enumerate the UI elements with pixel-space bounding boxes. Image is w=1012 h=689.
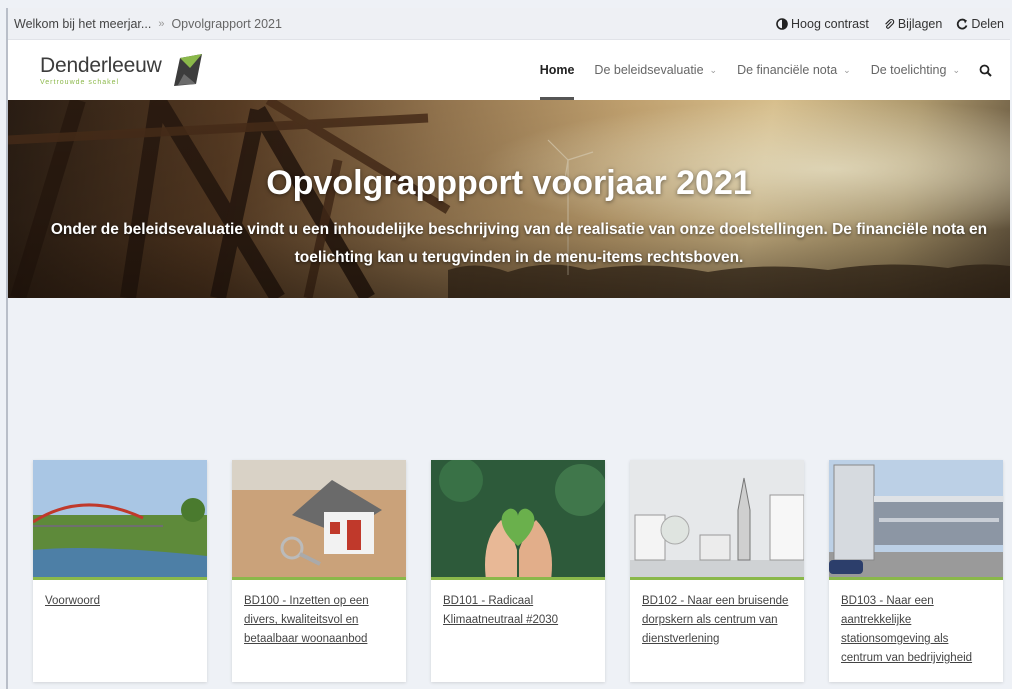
card-title[interactable]: BD103 - Naar een aantrekkelijke stations… <box>829 580 1003 668</box>
card-title[interactable]: Voorwoord <box>33 580 207 611</box>
hero-banner: Opvolgrappport voorjaar 2021 Onder de be… <box>8 100 1010 298</box>
card-title[interactable]: BD101 - Radicaal Klimaatneutraal #2030 <box>431 580 605 630</box>
logo[interactable]: Denderleeuw Vertrouwde schakel <box>40 52 204 88</box>
nav-home[interactable]: Home <box>530 40 585 100</box>
breadcrumb-separator: » <box>158 17 165 30</box>
village-sketch-image <box>630 460 804 577</box>
high-contrast-label: Hoog contrast <box>791 16 869 31</box>
nav-beleidsevaluatie[interactable]: De beleidsevaluatie ⌄ <box>584 40 727 100</box>
nav-financiele-nota-label: De financiële nota <box>737 63 838 77</box>
search-button[interactable] <box>970 40 1000 100</box>
house-keys-image <box>232 460 406 577</box>
card-image <box>630 460 804 580</box>
card-image <box>33 460 207 580</box>
card-image <box>829 460 1003 580</box>
logo-name: Denderleeuw <box>40 54 162 77</box>
card-voorwoord[interactable]: Voorwoord <box>33 460 207 682</box>
station-image <box>829 460 1003 577</box>
card-image <box>232 460 406 580</box>
site-header: Denderleeuw Vertrouwde schakel Home De b… <box>8 40 1010 100</box>
share-icon <box>957 18 968 29</box>
utility-links: Hoog contrast Bijlagen Delen <box>776 17 1004 31</box>
attachments-button[interactable]: Bijlagen <box>883 17 942 31</box>
bridge-photo-image <box>33 460 207 577</box>
chevron-down-icon: ⌄ <box>709 64 718 75</box>
hero-subtitle: Onder de beleidsevaluatie vindt u een in… <box>50 221 988 266</box>
nav-toelichting-label: De toelichting <box>870 63 947 77</box>
nav-beleidsevaluatie-label: De beleidsevaluatie <box>594 63 704 77</box>
high-contrast-button[interactable]: Hoog contrast <box>776 17 869 31</box>
chevron-down-icon: ⌄ <box>843 64 851 75</box>
chevron-down-icon: ⌄ <box>952 64 960 75</box>
breadcrumb: Welkom bij het meerjar... » Opvolgrappor… <box>14 17 282 31</box>
logo-mark-icon <box>173 54 202 86</box>
card-image <box>431 460 605 580</box>
card-grid: Voorwoord BD100 - Inzetten op een divers… <box>33 460 1003 682</box>
share-button[interactable]: Delen <box>956 17 1004 31</box>
card-bd100[interactable]: BD100 - Inzetten op een divers, kwalitei… <box>232 460 406 682</box>
card-title[interactable]: BD100 - Inzetten op een divers, kwalitei… <box>232 580 406 649</box>
card-bd103[interactable]: BD103 - Naar een aantrekkelijke stations… <box>829 460 1003 682</box>
card-title[interactable]: BD102 - Naar een bruisende dorpskern als… <box>630 580 804 649</box>
hero-title: Opvolgrappport voorjaar 2021 <box>266 164 752 202</box>
breadcrumb-current: Opvolgrapport 2021 <box>171 16 282 31</box>
logo-tagline: Vertrouwde schakel <box>40 79 120 86</box>
card-bd102[interactable]: BD102 - Naar een bruisende dorpskern als… <box>630 460 804 682</box>
contrast-icon <box>776 17 788 30</box>
green-heart-hands-image <box>431 460 605 577</box>
card-bd101[interactable]: BD101 - Radicaal Klimaatneutraal #2030 <box>431 460 605 682</box>
breadcrumb-home[interactable]: Welkom bij het meerjar... <box>14 17 151 31</box>
share-label: Delen <box>971 16 1004 31</box>
nav-financiele-nota[interactable]: De financiële nota ⌄ <box>727 40 861 100</box>
main-nav: Home De beleidsevaluatie ⌄ De financiële… <box>530 40 1010 100</box>
search-icon <box>979 64 992 77</box>
attachments-label: Bijlagen <box>897 16 943 31</box>
utility-bar: Welkom bij het meerjar... » Opvolgrappor… <box>8 8 1010 40</box>
logo-text: Denderleeuw Vertrouwde schakel <box>40 54 162 86</box>
nav-home-label: Home <box>539 63 575 77</box>
nav-toelichting[interactable]: De toelichting ⌄ <box>861 40 970 100</box>
paperclip-icon <box>885 18 895 29</box>
